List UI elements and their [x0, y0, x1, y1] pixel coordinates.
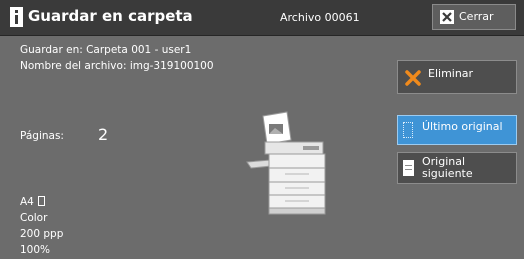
delete-button[interactable]: Eliminar — [397, 60, 517, 94]
screen: Guardar en carpeta Archivo 00061 Cerrar … — [0, 0, 524, 259]
paper-size: A4 — [20, 196, 45, 208]
last-original-button[interactable]: Último original — [397, 115, 517, 145]
close-label: Cerrar — [459, 10, 494, 23]
delete-label: Eliminar — [428, 67, 474, 80]
scale: 100% — [20, 244, 51, 256]
next-original-button[interactable]: Original siguiente — [397, 152, 517, 184]
file-number: Archivo 00061 — [280, 11, 360, 24]
info-icon — [10, 7, 23, 27]
window-title: Guardar en carpeta — [28, 7, 193, 25]
pages-count: 2 — [98, 125, 109, 144]
next-original-label-line2: siguiente — [422, 167, 473, 180]
close-button[interactable]: Cerrar — [432, 4, 516, 30]
close-icon — [440, 10, 454, 24]
file-name-text: Nombre del archivo: img-319100100 — [20, 60, 214, 72]
portrait-paper-icon — [37, 196, 45, 206]
delete-x-icon — [405, 70, 421, 86]
last-original-label: Último original — [422, 120, 503, 133]
resolution: 200 ppp — [20, 228, 64, 240]
title-bar: Guardar en carpeta Archivo 00061 Cerrar — [0, 0, 524, 36]
page-icon — [403, 160, 414, 176]
paper-size-value: A4 — [20, 196, 34, 208]
printer-icon — [246, 111, 326, 215]
saved-in-text: Guardar en: Carpeta 001 - user1 — [20, 44, 192, 56]
dotted-page-icon — [403, 122, 413, 138]
pages-label: Páginas: — [20, 130, 64, 142]
color-mode: Color — [20, 212, 48, 224]
